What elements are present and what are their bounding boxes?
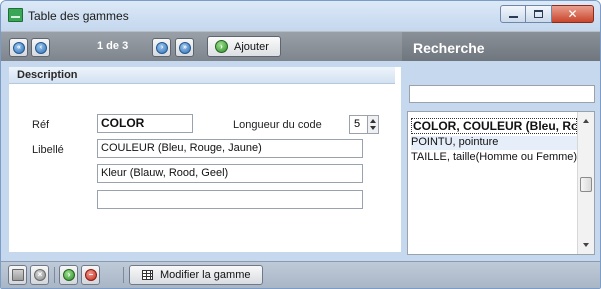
stepper-up-icon[interactable] bbox=[370, 119, 376, 123]
delete-icon: – bbox=[85, 269, 97, 281]
add-icon: › bbox=[215, 40, 228, 53]
next-record-icon: › bbox=[156, 42, 168, 54]
grid-icon bbox=[142, 270, 153, 280]
close-icon: ✕ bbox=[567, 7, 578, 21]
ref-label: Réf bbox=[32, 119, 50, 131]
window-title: Table des gammes bbox=[28, 9, 129, 23]
search-results-list: COLOR, COULEUR (Bleu, Rouge, Jaune) POIN… bbox=[407, 111, 595, 255]
delete-record-button[interactable]: – bbox=[81, 265, 100, 285]
search-title: Recherche bbox=[413, 40, 485, 56]
list-item[interactable]: COLOR, COULEUR (Bleu, Rouge, Jaune) bbox=[411, 118, 577, 134]
maximize-icon bbox=[534, 10, 543, 18]
modify-range-label: Modifier la gamme bbox=[160, 269, 251, 281]
record-counter: 1 de 3 bbox=[97, 40, 129, 52]
add-icon: › bbox=[63, 269, 75, 281]
next-record-button[interactable]: › bbox=[152, 38, 171, 57]
scroll-down-icon[interactable] bbox=[583, 243, 589, 247]
ref-field[interactable]: COLOR bbox=[97, 114, 193, 133]
description-panel: Description Réf COLOR Longueur du code 5… bbox=[9, 67, 401, 252]
maximize-button[interactable] bbox=[526, 5, 552, 23]
list-item[interactable]: TAILLE, taille(Homme ou Femme) bbox=[411, 151, 577, 165]
code-length-stepper[interactable]: 5 bbox=[349, 115, 379, 134]
list-item[interactable]: POINTU, pointure bbox=[411, 136, 577, 150]
add-record-button[interactable]: › bbox=[59, 265, 78, 285]
libelle-label: Libellé bbox=[32, 144, 64, 156]
save-button[interactable] bbox=[8, 265, 27, 285]
add-button[interactable]: › Ajouter bbox=[207, 36, 281, 57]
toolbar-divider bbox=[54, 267, 55, 283]
code-length-value: 5 bbox=[354, 118, 361, 130]
search-header: Recherche bbox=[402, 31, 600, 61]
minimize-button[interactable] bbox=[500, 5, 526, 23]
results-scrollbar[interactable] bbox=[577, 112, 594, 254]
code-length-label: Longueur du code bbox=[233, 119, 322, 131]
description-title: Description bbox=[17, 69, 78, 81]
cancel-icon: × bbox=[34, 269, 46, 281]
first-record-icon: « bbox=[13, 42, 25, 54]
minimize-icon bbox=[508, 16, 518, 18]
record-toolbar: « ‹ 1 de 3 › » › Ajouter bbox=[1, 31, 402, 61]
libelle-field-1[interactable]: COULEUR (Bleu, Rouge, Jaune) bbox=[97, 139, 363, 158]
stepper-down-icon[interactable] bbox=[370, 126, 376, 130]
cancel-button[interactable]: × bbox=[30, 265, 49, 285]
toolbar-divider bbox=[123, 267, 124, 283]
last-record-icon: » bbox=[179, 42, 191, 54]
gammes-window: Table des gammes ✕ « ‹ 1 de 3 › » › Ajou… bbox=[0, 0, 601, 289]
search-input[interactable] bbox=[409, 85, 595, 103]
app-icon bbox=[8, 8, 23, 22]
scroll-thumb[interactable] bbox=[580, 177, 592, 192]
close-button[interactable]: ✕ bbox=[552, 5, 594, 23]
previous-record-button[interactable]: ‹ bbox=[31, 38, 50, 57]
libelle-field-2[interactable]: Kleur (Blauw, Rood, Geel) bbox=[97, 164, 363, 183]
bottom-toolbar: × › – Modifier la gamme bbox=[1, 261, 600, 288]
description-header: Description bbox=[9, 67, 395, 84]
window-controls: ✕ bbox=[500, 5, 594, 23]
add-button-label: Ajouter bbox=[234, 41, 269, 53]
scroll-up-icon[interactable] bbox=[583, 119, 589, 123]
libelle-field-3[interactable] bbox=[97, 190, 363, 209]
save-icon bbox=[12, 269, 24, 281]
stepper-arrows[interactable] bbox=[367, 116, 378, 133]
modify-range-button[interactable]: Modifier la gamme bbox=[129, 265, 263, 285]
previous-record-icon: ‹ bbox=[35, 42, 47, 54]
last-record-button[interactable]: » bbox=[175, 38, 194, 57]
title-bar[interactable]: Table des gammes ✕ bbox=[1, 1, 600, 31]
first-record-button[interactable]: « bbox=[9, 38, 28, 57]
